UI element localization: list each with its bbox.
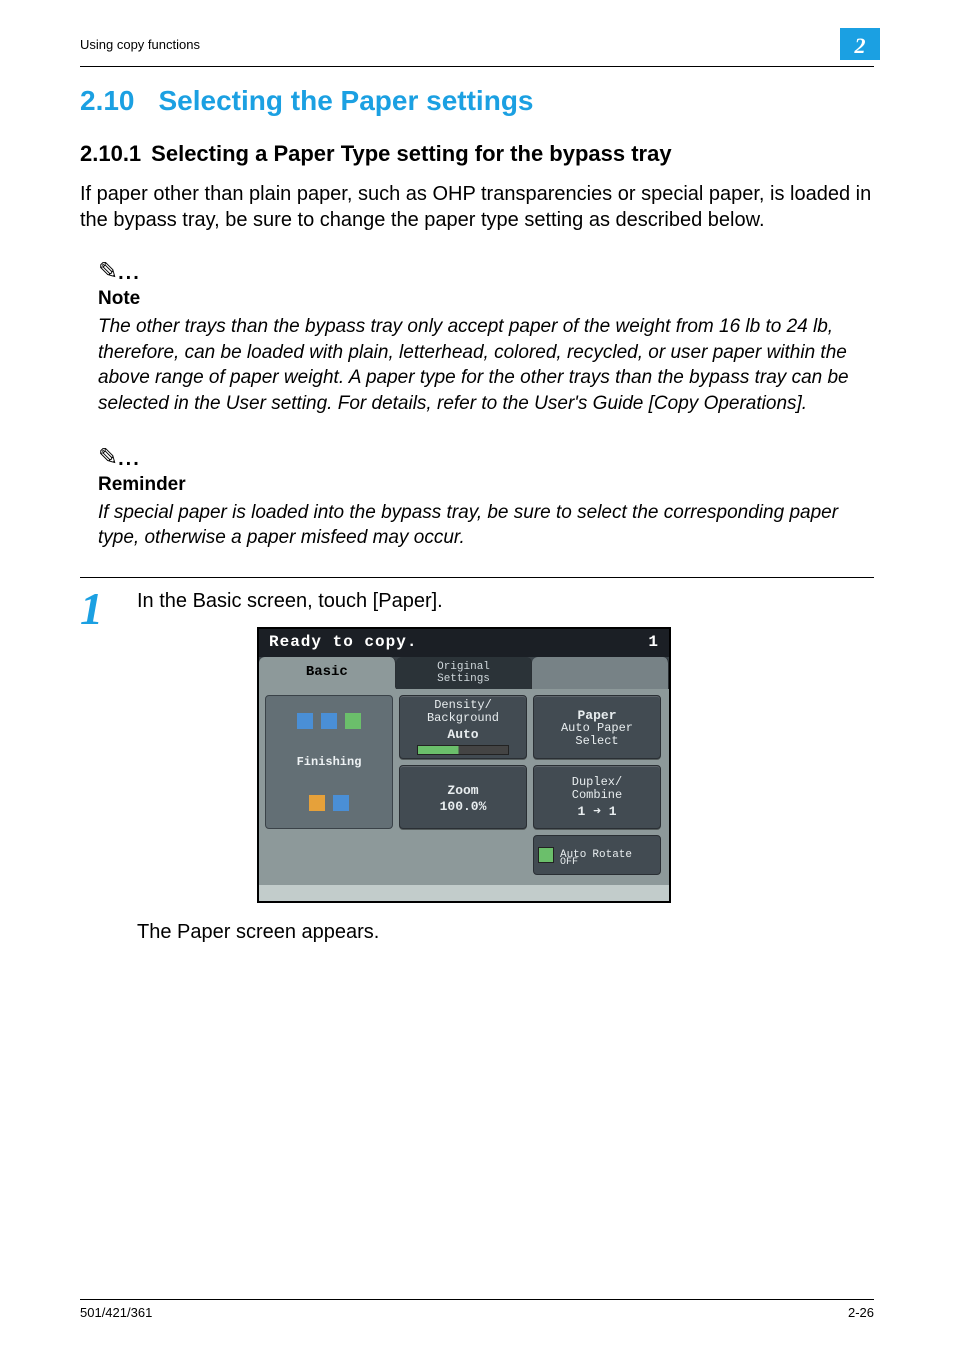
pencil-icon: ✎ (98, 444, 118, 471)
page: Using copy functions 2 2.10 Selecting the… (0, 0, 954, 1350)
section-title: 2.10 Selecting the Paper settings (80, 85, 874, 117)
reminder-body: If special paper is loaded into the bypa… (98, 500, 874, 551)
ellipsis-icon: ... (118, 262, 141, 284)
density-gauge-icon (417, 745, 509, 755)
pencil-icon: ✎ (98, 258, 118, 285)
ellipsis-icon: ... (118, 448, 141, 470)
note-block: ✎... Note The other trays than the bypas… (98, 257, 874, 417)
tab-original-line1: Original (396, 661, 532, 673)
step-number: 1 (80, 586, 103, 632)
running-header: Using copy functions (80, 37, 200, 52)
footer-rule (80, 1299, 874, 1300)
btn-paper[interactable]: Paper Auto Paper Select (533, 695, 661, 759)
intro-paragraph: If paper other than plain paper, such as… (80, 181, 874, 233)
btn-density-background[interactable]: Density/ Background Auto (399, 695, 527, 759)
staple-icon (321, 713, 337, 729)
btn-zoom-value: 100.0% (402, 800, 524, 813)
lcd-bottom-bar (259, 885, 669, 901)
panel-finishing[interactable]: Finishing (265, 695, 393, 829)
lcd-status-text: Ready to copy. (269, 633, 417, 651)
recycle-icon (345, 713, 361, 729)
btn-paper-title: Paper (536, 709, 658, 722)
section-number: 2.10 (80, 85, 135, 116)
subsection-heading-text: Selecting a Paper Type setting for the b… (151, 141, 671, 166)
btn-zoom-title: Zoom (402, 784, 524, 797)
finishing-label: Finishing (297, 755, 362, 769)
finishing-icons-bottom (309, 795, 349, 811)
lcd-copy-count: 1 (648, 633, 659, 651)
btn-paper-value: Auto Paper Select (536, 722, 658, 748)
btn-zoom[interactable]: Zoom 100.0% (399, 765, 527, 829)
note-icon-row: ✎... (98, 257, 874, 286)
footer-left: 501/421/361 (80, 1305, 152, 1320)
btn-auto-rotate[interactable]: Auto Rotate OFF (533, 835, 661, 875)
step-divider (80, 577, 874, 578)
lcd-status-bar: Ready to copy. 1 (259, 629, 669, 657)
btn-density-title: Density/ Background (402, 699, 524, 725)
step-content: In the Basic screen, touch [Paper]. Read… (137, 590, 874, 944)
rotate-icon (538, 847, 554, 863)
step-result: The Paper screen appears. (137, 921, 874, 944)
step-instruction: In the Basic screen, touch [Paper]. (137, 590, 874, 613)
footer-right: 2-26 (848, 1305, 874, 1320)
tab-basic[interactable]: Basic (259, 657, 396, 689)
btn-duplex-combine[interactable]: Duplex/ Combine 1 ➜ 1 (533, 765, 661, 829)
header-rule (80, 66, 874, 67)
printer-lcd-panel: Ready to copy. 1 Basic Original Settings… (257, 627, 671, 903)
finishing-icons-top (297, 713, 361, 729)
note-body: The other trays than the bypass tray onl… (98, 314, 874, 417)
reminder-label: Reminder (98, 474, 874, 496)
group-icon (333, 795, 349, 811)
btn-duplex-value: 1 ➜ 1 (536, 805, 658, 818)
tab-blank (532, 657, 669, 689)
tab-original-settings[interactable]: Original Settings (396, 657, 533, 689)
autorotate-l2: OFF (560, 857, 578, 868)
lcd-body: Density/ Background Auto Paper Auto Pape… (259, 689, 669, 885)
subsection-title: 2.10.1 Selecting a Paper Type setting for… (80, 141, 874, 167)
page-header: Using copy functions 2 (80, 36, 874, 60)
chapter-badge: 2 (840, 28, 880, 60)
reminder-block: ✎... Reminder If special paper is loaded… (98, 443, 874, 551)
tab-original-line2: Settings (396, 673, 532, 685)
btn-density-value: Auto (402, 728, 524, 741)
reminder-icon-row: ✎... (98, 443, 874, 472)
section-heading-text: Selecting the Paper settings (159, 85, 534, 116)
sort-icon (309, 795, 325, 811)
autorotate-l3: Rotate (592, 849, 632, 861)
btn-duplex-title: Duplex/ Combine (536, 776, 658, 802)
note-label: Note (98, 288, 874, 310)
paper-icon (297, 713, 313, 729)
step-1: 1 In the Basic screen, touch [Paper]. Re… (80, 590, 874, 944)
lcd-tabs: Basic Original Settings (259, 657, 669, 689)
subsection-number: 2.10.1 (80, 141, 141, 166)
